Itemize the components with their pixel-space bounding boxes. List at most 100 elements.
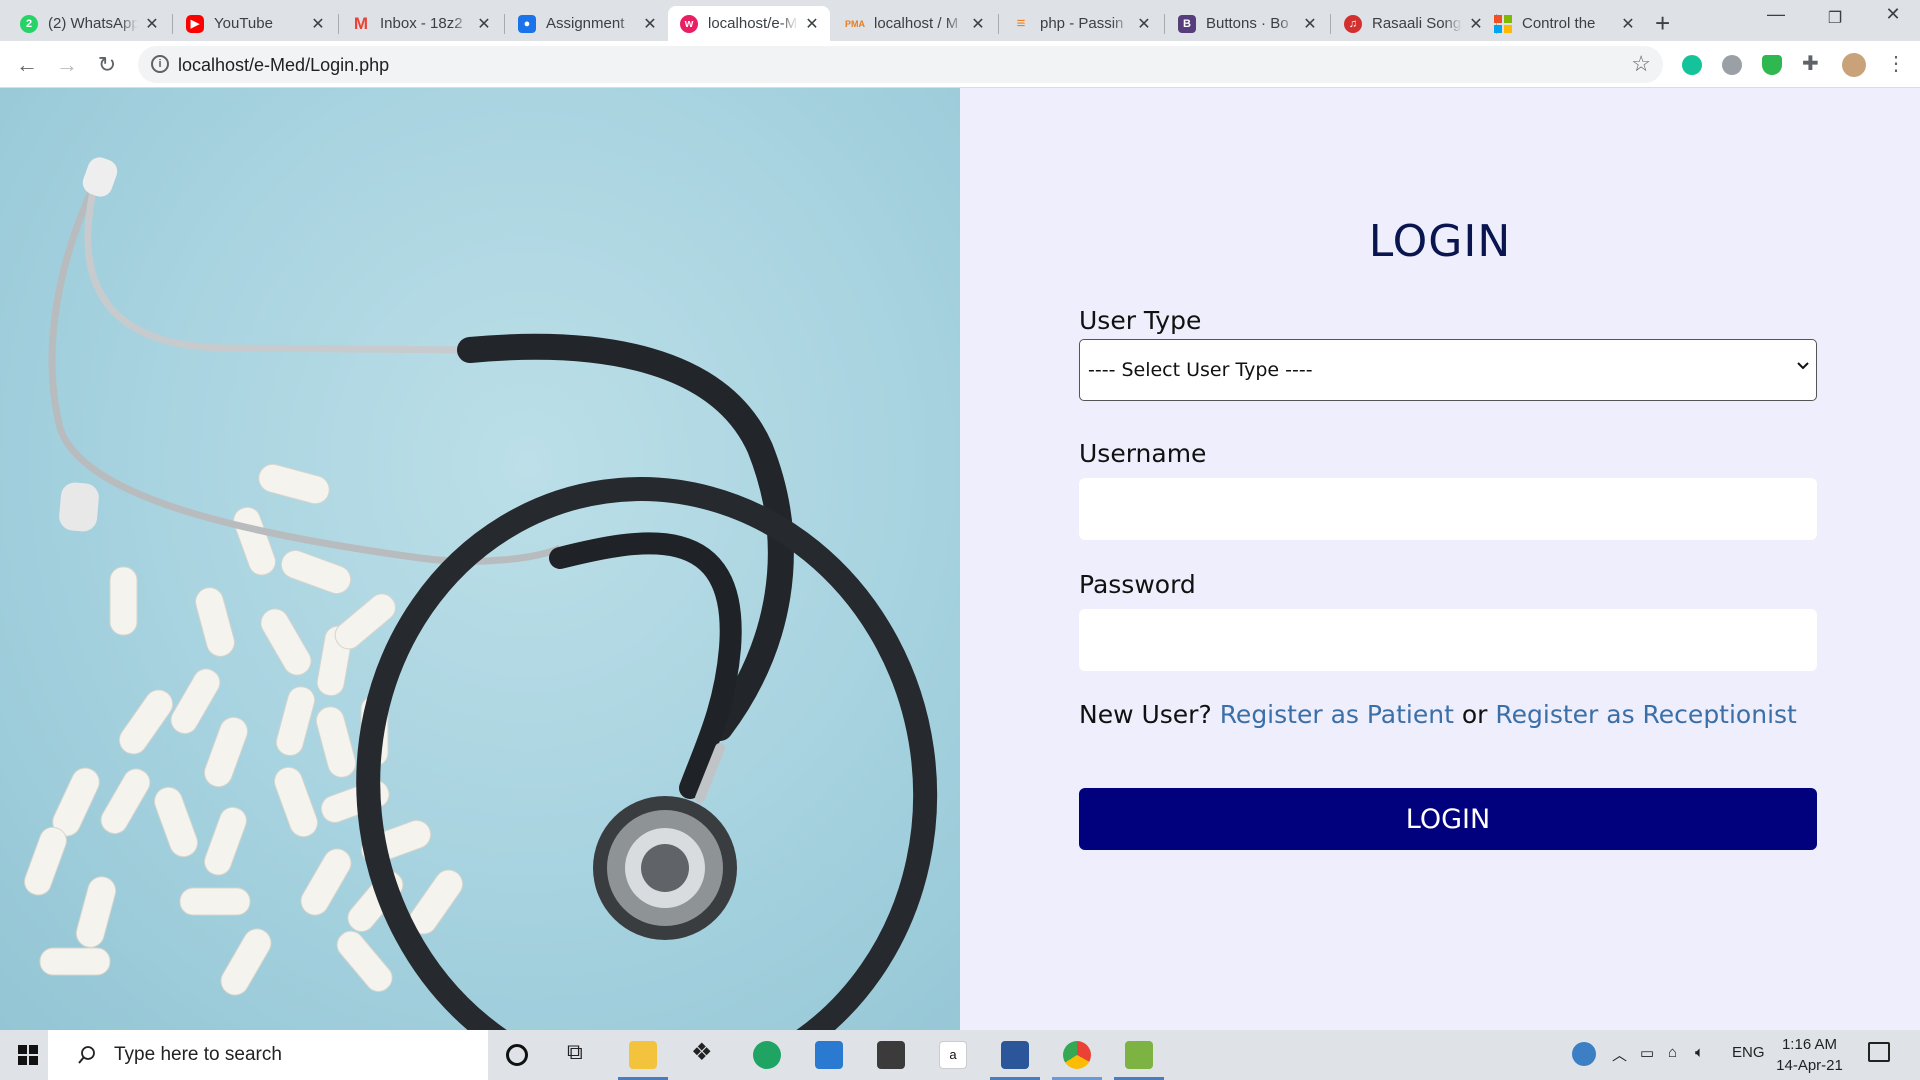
tab-bootstrap[interactable]: B Buttons · Bo ✕ xyxy=(1166,6,1328,41)
tab-localhost-emed[interactable]: w localhost/e-Med ✕ xyxy=(668,6,830,41)
tab-title: localhost / M xyxy=(874,15,959,32)
tab-title: (2) WhatsApp xyxy=(48,15,138,32)
puzzle-icon[interactable]: ✚ xyxy=(1802,51,1822,75)
password-label: Password xyxy=(1079,570,1196,599)
close-icon[interactable]: ✕ xyxy=(144,14,160,34)
store-icon[interactable] xyxy=(877,1041,905,1069)
username-label: Username xyxy=(1079,439,1207,468)
notification-icon[interactable] xyxy=(1868,1042,1890,1062)
username-input[interactable] xyxy=(1079,478,1817,540)
login-panel: LOGIN User Type ---- Select User Type --… xyxy=(960,88,1920,1030)
reload-icon[interactable]: ↻ xyxy=(92,50,122,80)
user-type-selected-value: ---- Select User Type ---- xyxy=(1088,359,1313,381)
url-text[interactable]: localhost/e-Med/Login.php xyxy=(178,55,389,76)
word-icon[interactable] xyxy=(1001,1041,1029,1069)
taskbar-search[interactable]: Type here to search xyxy=(48,1030,488,1080)
clock[interactable]: 1:16 AM 14-Apr-21 xyxy=(1772,1034,1847,1076)
tab-title: Rasaali Song xyxy=(1372,15,1462,32)
close-icon[interactable]: ✕ xyxy=(1302,14,1318,34)
tab-phpmyadmin[interactable]: PMA localhost / M ✕ xyxy=(834,6,996,41)
windows-taskbar: Type here to search ⧉ ❖ a ︿ ▭ ⌂ 🔈︎ ENG 1… xyxy=(0,1030,1920,1080)
chevron-down-icon xyxy=(1797,362,1809,370)
network-icon[interactable]: ⌂ xyxy=(1668,1044,1677,1061)
phpmyadmin-icon: PMA xyxy=(845,18,865,29)
extension-icon[interactable] xyxy=(1722,55,1742,75)
cortana-icon[interactable] xyxy=(506,1044,528,1066)
paint-icon[interactable] xyxy=(1125,1041,1153,1069)
search-icon xyxy=(78,1046,95,1064)
tab-title: Buttons · Bo xyxy=(1206,15,1289,32)
new-tab-icon[interactable]: + xyxy=(1655,8,1670,39)
search-placeholder: Type here to search xyxy=(114,1044,282,1065)
clock-time: 1:16 AM xyxy=(1781,1036,1838,1053)
tab-control[interactable]: Control the ✕ xyxy=(1482,6,1646,41)
page-title: LOGIN xyxy=(1368,216,1512,267)
shield-extension-icon[interactable] xyxy=(1762,55,1782,75)
address-bar[interactable]: i localhost/e-Med/Login.php ☆ xyxy=(138,46,1663,83)
bookmark-star-icon[interactable]: ☆ xyxy=(1631,51,1651,77)
amazon-icon[interactable]: a xyxy=(939,1041,967,1069)
user-type-label: User Type xyxy=(1079,306,1202,335)
info-icon[interactable]: i xyxy=(151,55,169,73)
tab-title: Assignment xyxy=(546,15,625,32)
avatar[interactable] xyxy=(1842,53,1866,77)
close-icon[interactable]: ✕ xyxy=(310,14,326,34)
close-icon[interactable]: ✕ xyxy=(1136,14,1152,34)
file-explorer-icon[interactable] xyxy=(629,1041,657,1069)
tab-rasaali[interactable]: ♫ Rasaali Song ✕ xyxy=(1332,6,1494,41)
help-icon[interactable] xyxy=(1572,1042,1596,1066)
youtube-icon: ▶ xyxy=(186,14,204,33)
tab-gmail[interactable]: M Inbox - 18z2 ✕ xyxy=(340,6,502,41)
user-type-select[interactable]: ---- Select User Type ---- xyxy=(1079,339,1817,401)
close-icon[interactable]: ✕ xyxy=(476,14,492,34)
stackoverflow-icon: ≡ xyxy=(1016,15,1026,32)
or-text: or xyxy=(1461,700,1488,729)
windows-start-icon[interactable] xyxy=(18,1045,38,1065)
tab-title: localhost/e-Med xyxy=(708,15,798,32)
tab-title: Inbox - 18z2 xyxy=(380,15,463,32)
register-receptionist-link[interactable]: Register as Receptionist xyxy=(1495,700,1796,729)
tab-youtube[interactable]: ▶ YouTube ✕ xyxy=(174,6,336,41)
forward-arrow-icon[interactable]: → xyxy=(52,50,82,80)
volume-icon[interactable]: 🔈︎ xyxy=(1695,1044,1704,1061)
restore-icon[interactable]: ❐ xyxy=(1812,8,1858,28)
window-close-icon[interactable]: ✕ xyxy=(1870,4,1916,25)
page-content: LOGIN User Type ---- Select User Type --… xyxy=(0,88,1920,1030)
register-prompt: New User? Register as Patient or Registe… xyxy=(1079,700,1797,729)
tab-title: php - Passin xyxy=(1040,15,1124,32)
stethoscope-pills-illustration xyxy=(23,157,938,1030)
close-icon[interactable]: ✕ xyxy=(970,14,986,34)
back-arrow-icon[interactable]: ← xyxy=(12,50,42,80)
password-input[interactable] xyxy=(1079,609,1817,671)
gmail-icon: M xyxy=(353,13,369,33)
clock-date: 14-Apr-21 xyxy=(1776,1057,1843,1074)
close-icon[interactable]: ✕ xyxy=(642,14,658,34)
chevron-up-icon[interactable]: ︿ xyxy=(1612,1044,1627,1065)
login-button[interactable]: LOGIN xyxy=(1079,788,1817,850)
grammarly-extension-icon[interactable] xyxy=(1682,55,1702,75)
battery-icon[interactable]: ▭ xyxy=(1640,1044,1654,1062)
classroom-icon: ● xyxy=(518,14,536,33)
edge-icon[interactable] xyxy=(753,1041,781,1069)
menu-kebab-icon[interactable]: ⋮ xyxy=(1886,51,1906,75)
tab-title: Control the xyxy=(1522,15,1596,32)
minimize-icon[interactable]: — xyxy=(1753,4,1799,25)
language-indicator[interactable]: ENG xyxy=(1732,1044,1765,1061)
bootstrap-icon: B xyxy=(1178,14,1196,33)
mail-icon[interactable] xyxy=(815,1041,843,1069)
close-icon[interactable]: ✕ xyxy=(804,14,820,34)
browser-toolbar: ← → ↻ i localhost/e-Med/Login.php ☆ ✚ ⋮ xyxy=(0,41,1920,88)
dropbox-icon[interactable]: ❖ xyxy=(691,1038,719,1066)
microsoft-icon xyxy=(1494,14,1512,33)
tab-title: YouTube xyxy=(214,15,273,32)
tab-whatsapp[interactable]: 2 (2) WhatsApp ✕ xyxy=(8,6,170,41)
new-user-text: New User? xyxy=(1079,700,1212,729)
register-patient-link[interactable]: Register as Patient xyxy=(1220,700,1454,729)
tab-assignment[interactable]: ● Assignment ✕ xyxy=(506,6,668,41)
close-icon[interactable]: ✕ xyxy=(1620,14,1636,34)
hero-image xyxy=(0,88,960,1030)
tab-stackoverflow[interactable]: ≡ php - Passin ✕ xyxy=(1000,6,1162,41)
task-view-icon[interactable]: ⧉ xyxy=(567,1039,595,1067)
chrome-icon[interactable] xyxy=(1063,1041,1091,1069)
localhost-icon: w xyxy=(680,14,698,33)
